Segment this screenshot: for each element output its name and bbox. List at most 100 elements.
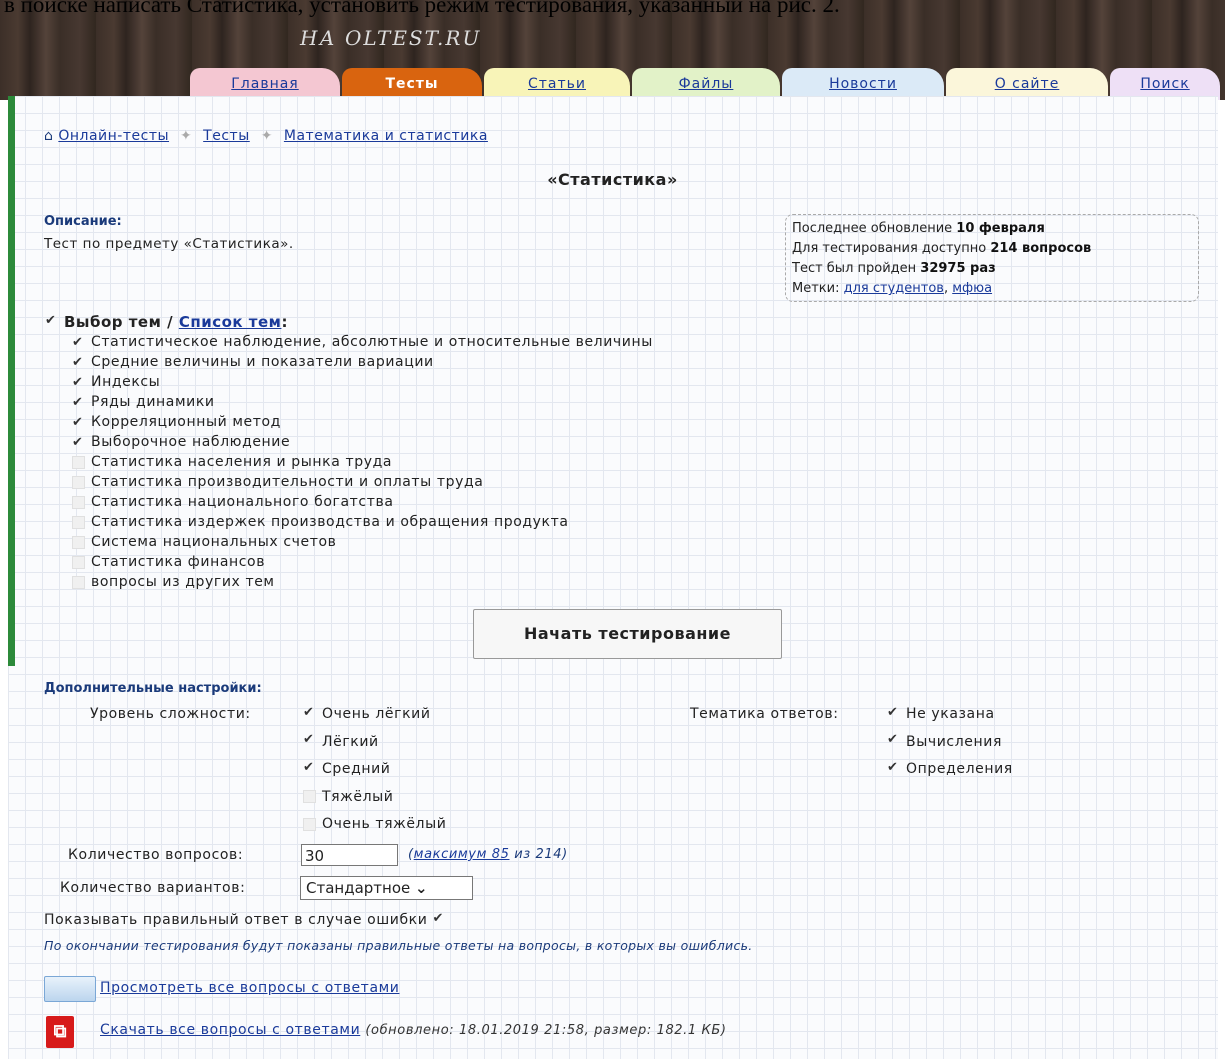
theme-label: Тематика ответов: (690, 706, 839, 722)
topic-item[interactable]: Система национальных счетов (72, 532, 653, 552)
topic-item[interactable]: Средние величины и показатели вариации (72, 352, 653, 373)
tag-link[interactable]: мфюа (952, 281, 992, 296)
topic-label: Статистика издержек производства и обращ… (91, 514, 569, 530)
available-label: Для тестирования доступно (792, 241, 987, 256)
topic-item[interactable]: Статистика издержек производства и обращ… (72, 512, 653, 532)
topic-label: Статистика национального богатства (91, 494, 394, 510)
difficulty-label: Очень тяжёлый (322, 816, 447, 832)
theme-checkbox[interactable] (887, 760, 900, 776)
select-all-topics-checkbox[interactable] (45, 313, 58, 329)
theme-label: Определения (906, 761, 1013, 777)
difficulty-label: Лёгкий (322, 733, 379, 750)
topic-label: Статистика производительности и оплаты т… (91, 474, 484, 490)
topic-item[interactable]: Ряды динамики (72, 392, 653, 413)
variants-label: Количество вариантов: (60, 880, 246, 896)
topics-header: Выбор тем / Список тем: (45, 313, 288, 331)
difficulty-option[interactable]: Лёгкий (303, 732, 379, 750)
topics-head-separator: / (167, 313, 174, 331)
topic-checkbox[interactable] (72, 475, 85, 489)
topic-checkbox[interactable] (72, 333, 85, 353)
topic-label: Система национальных счетов (91, 534, 337, 550)
topic-item[interactable]: Статистическое наблюдение, абсолютные и … (72, 332, 653, 353)
question-count-input[interactable]: 30 (301, 844, 398, 866)
breadcrumb-separator-icon: ✦ (179, 128, 193, 144)
difficulty-option[interactable]: Средний (303, 760, 391, 778)
difficulty-option[interactable]: Тяжёлый (303, 789, 394, 805)
topic-checkbox[interactable] (72, 413, 85, 433)
chevron-down-icon: ⌄ (415, 879, 428, 897)
topic-checkbox[interactable] (72, 555, 85, 569)
logo-subtitle: НА OLTEST.RU (300, 26, 482, 50)
document-caption: в поиске написать Статистика, установить… (4, 0, 840, 17)
settings-note: По окончании тестирования будут показаны… (44, 938, 753, 953)
topic-checkbox[interactable] (72, 455, 85, 469)
breadcrumb-tests[interactable]: Тесты (203, 128, 250, 144)
view-all-questions-link[interactable]: Просмотреть все вопросы с ответами (100, 980, 399, 996)
show-correct-checkbox[interactable] (433, 911, 446, 927)
download-meta: (обновлено: 18.01.2019 21:58, размер: 18… (365, 1023, 727, 1038)
pdf-icon: ⧉ (46, 1016, 74, 1048)
question-count-label: Количество вопросов: (68, 847, 244, 863)
difficulty-checkbox[interactable] (303, 760, 316, 776)
topic-item[interactable]: Статистика производительности и оплаты т… (72, 472, 653, 492)
start-test-button[interactable]: Начать тестирование (473, 609, 782, 659)
document-icon (44, 976, 96, 1002)
variants-select[interactable]: Стандартное ⌄ (300, 876, 473, 900)
theme-checkbox[interactable] (887, 705, 900, 721)
topic-checkbox[interactable] (72, 433, 85, 453)
topic-label: Выборочное наблюдение (91, 434, 291, 450)
theme-checkbox[interactable] (887, 732, 900, 748)
topics-head-label: Выбор тем (64, 313, 162, 331)
topic-checkbox[interactable] (72, 353, 85, 373)
topic-checkbox[interactable] (72, 393, 85, 413)
home-icon[interactable]: ⌂ (44, 128, 53, 144)
topic-checkbox[interactable] (72, 575, 85, 589)
updated-value: 10 февраля (956, 221, 1045, 236)
topic-item[interactable]: Статистика финансов (72, 552, 653, 572)
theme-option[interactable]: Определения (887, 760, 1013, 778)
difficulty-option[interactable]: Очень лёгкий (303, 705, 431, 723)
topic-label: Ряды динамики (91, 394, 215, 410)
difficulty-label: Уровень сложности: (90, 706, 251, 722)
topic-item[interactable]: Статистика населения и рынка труда (72, 452, 653, 472)
hint-rest: из 214) (509, 847, 568, 862)
difficulty-label: Тяжёлый (322, 788, 394, 805)
available-value: 214 вопросов (990, 241, 1092, 256)
breadcrumb-separator-icon: ✦ (260, 128, 273, 144)
topic-label: Статистика финансов (91, 554, 266, 570)
topic-checkbox[interactable] (72, 373, 85, 393)
topic-item[interactable]: вопросы из других тем (72, 572, 653, 592)
topic-label: Средние величины и показатели вариации (91, 354, 434, 370)
breadcrumb-math-stats[interactable]: Математика и статистика (284, 128, 488, 144)
updated-label: Последнее обновление (792, 221, 953, 236)
topic-label: вопросы из других тем (91, 574, 275, 590)
topic-label: Корреляционный метод (91, 414, 281, 430)
show-correct-label: Показывать правильный ответ в случае оши… (44, 912, 428, 928)
theme-option[interactable]: Вычисления (887, 732, 1002, 750)
topic-checkbox[interactable] (72, 495, 85, 509)
topic-checkbox[interactable] (72, 535, 85, 549)
breadcrumb: ⌂ Онлайн-тесты ✦ Тесты ✦ Математика и ст… (44, 128, 488, 144)
topic-item[interactable]: Статистика национального богатства (72, 492, 653, 512)
theme-label: Не указана (906, 706, 995, 722)
passed-label: Тест был пройден (792, 261, 917, 276)
max-questions-link[interactable]: максимум 85 (414, 847, 510, 862)
tag-link[interactable]: для студентов (844, 281, 944, 296)
difficulty-checkbox[interactable] (303, 705, 316, 721)
theme-option[interactable]: Не указана (887, 705, 995, 723)
topic-label: Статистическое наблюдение, абсолютные и … (91, 334, 653, 350)
difficulty-checkbox[interactable] (303, 790, 316, 803)
breadcrumb-online-tests[interactable]: Онлайн-тесты (58, 128, 169, 144)
topic-item[interactable]: Выборочное наблюдение (72, 432, 653, 453)
difficulty-option[interactable]: Очень тяжёлый (303, 816, 446, 832)
difficulty-checkbox[interactable] (303, 817, 316, 831)
difficulty-checkbox[interactable] (303, 732, 316, 748)
variants-selected-value: Стандартное (306, 879, 411, 897)
info-box: Последнее обновление 10 февраля Для тест… (785, 214, 1199, 302)
download-row: Скачать все вопросы с ответами (обновлен… (100, 1022, 727, 1038)
topic-item[interactable]: Корреляционный метод (72, 412, 653, 433)
topics-list-link[interactable]: Список тем (179, 313, 282, 331)
topic-checkbox[interactable] (72, 515, 85, 529)
download-questions-link[interactable]: Скачать все вопросы с ответами (100, 1022, 360, 1038)
topic-item[interactable]: Индексы (72, 372, 653, 393)
